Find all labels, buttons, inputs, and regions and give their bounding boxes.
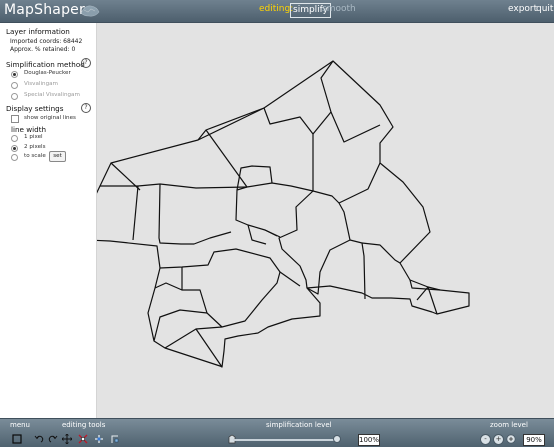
layer-info-heading: Layer information	[6, 27, 70, 36]
add-vertex-icon[interactable]	[94, 434, 104, 444]
display-help-icon[interactable]: ?	[81, 103, 91, 113]
retained-text: Approx. % retained: 0	[10, 46, 76, 53]
quit-button[interactable]: quit	[536, 4, 553, 14]
imported-coords-text: Imported coords: 68442	[10, 38, 83, 45]
radio-label-visvalingam: Visvalingam	[24, 81, 58, 87]
simplification-slider-track[interactable]	[233, 439, 339, 441]
radio-1-pixel[interactable]	[11, 135, 18, 142]
simplification-value-box[interactable]: 100%	[358, 434, 380, 446]
map-lines	[97, 60, 470, 368]
fit-icon[interactable]	[506, 434, 516, 444]
simplification-heading: Simplification method	[6, 60, 85, 69]
radio-label-to-scale: to scale	[24, 153, 46, 159]
zoom-level-label: zoom level	[490, 421, 528, 429]
show-original-label: show original lines	[24, 115, 76, 121]
set-scale-button[interactable]: set	[49, 151, 66, 162]
top-toolbar: MapShaper editing: simplify smooth expor…	[0, 0, 554, 23]
radio-special-visvalingam[interactable]	[11, 93, 18, 100]
radio-label-1-pixel: 1 pixel	[24, 134, 43, 140]
app-logo: MapShaper	[4, 2, 85, 18]
snap-icon[interactable]	[110, 434, 120, 444]
radio-label-2-pixels: 2 pixels	[24, 144, 46, 150]
redo-icon[interactable]	[48, 434, 58, 444]
display-settings-heading: Display settings	[6, 104, 64, 113]
radio-to-scale[interactable]	[11, 154, 18, 161]
radio-visvalingam[interactable]	[11, 82, 18, 89]
smooth-mode-button[interactable]: smooth	[322, 4, 356, 14]
undo-icon[interactable]	[34, 434, 44, 444]
map-canvas[interactable]	[97, 23, 554, 418]
bottom-toolbar: menu editing tools simplification level …	[0, 418, 554, 447]
radio-douglas-peucker[interactable]	[11, 71, 18, 78]
settings-panel: Layer information Imported coords: 68442…	[0, 23, 97, 418]
export-button[interactable]: export	[508, 4, 537, 14]
radio-label-special-visvalingam: Special Visvalingam	[24, 92, 80, 98]
zoom-in-icon[interactable]: +	[493, 434, 504, 445]
editing-tools-label: editing tools	[62, 421, 106, 429]
radio-2-pixels[interactable]	[11, 145, 18, 152]
zoom-value-box[interactable]: 90%	[523, 434, 545, 446]
zoom-out-icon[interactable]: -	[480, 434, 491, 445]
slider-thumb[interactable]	[333, 435, 341, 443]
editing-label: editing:	[259, 4, 294, 14]
show-original-checkbox[interactable]	[11, 115, 19, 123]
simplification-help-icon[interactable]: ?	[81, 58, 91, 68]
globe-icon	[80, 5, 100, 17]
select-box-icon[interactable]	[12, 434, 22, 444]
radio-label-douglas-peucker: Douglas-Peucker	[24, 70, 71, 76]
move-icon[interactable]	[62, 434, 72, 444]
simplification-level-label: simplification level	[266, 421, 332, 429]
menu-label: menu	[10, 421, 30, 429]
delete-vertex-icon[interactable]	[78, 434, 88, 444]
line-width-heading: line width	[11, 125, 47, 134]
